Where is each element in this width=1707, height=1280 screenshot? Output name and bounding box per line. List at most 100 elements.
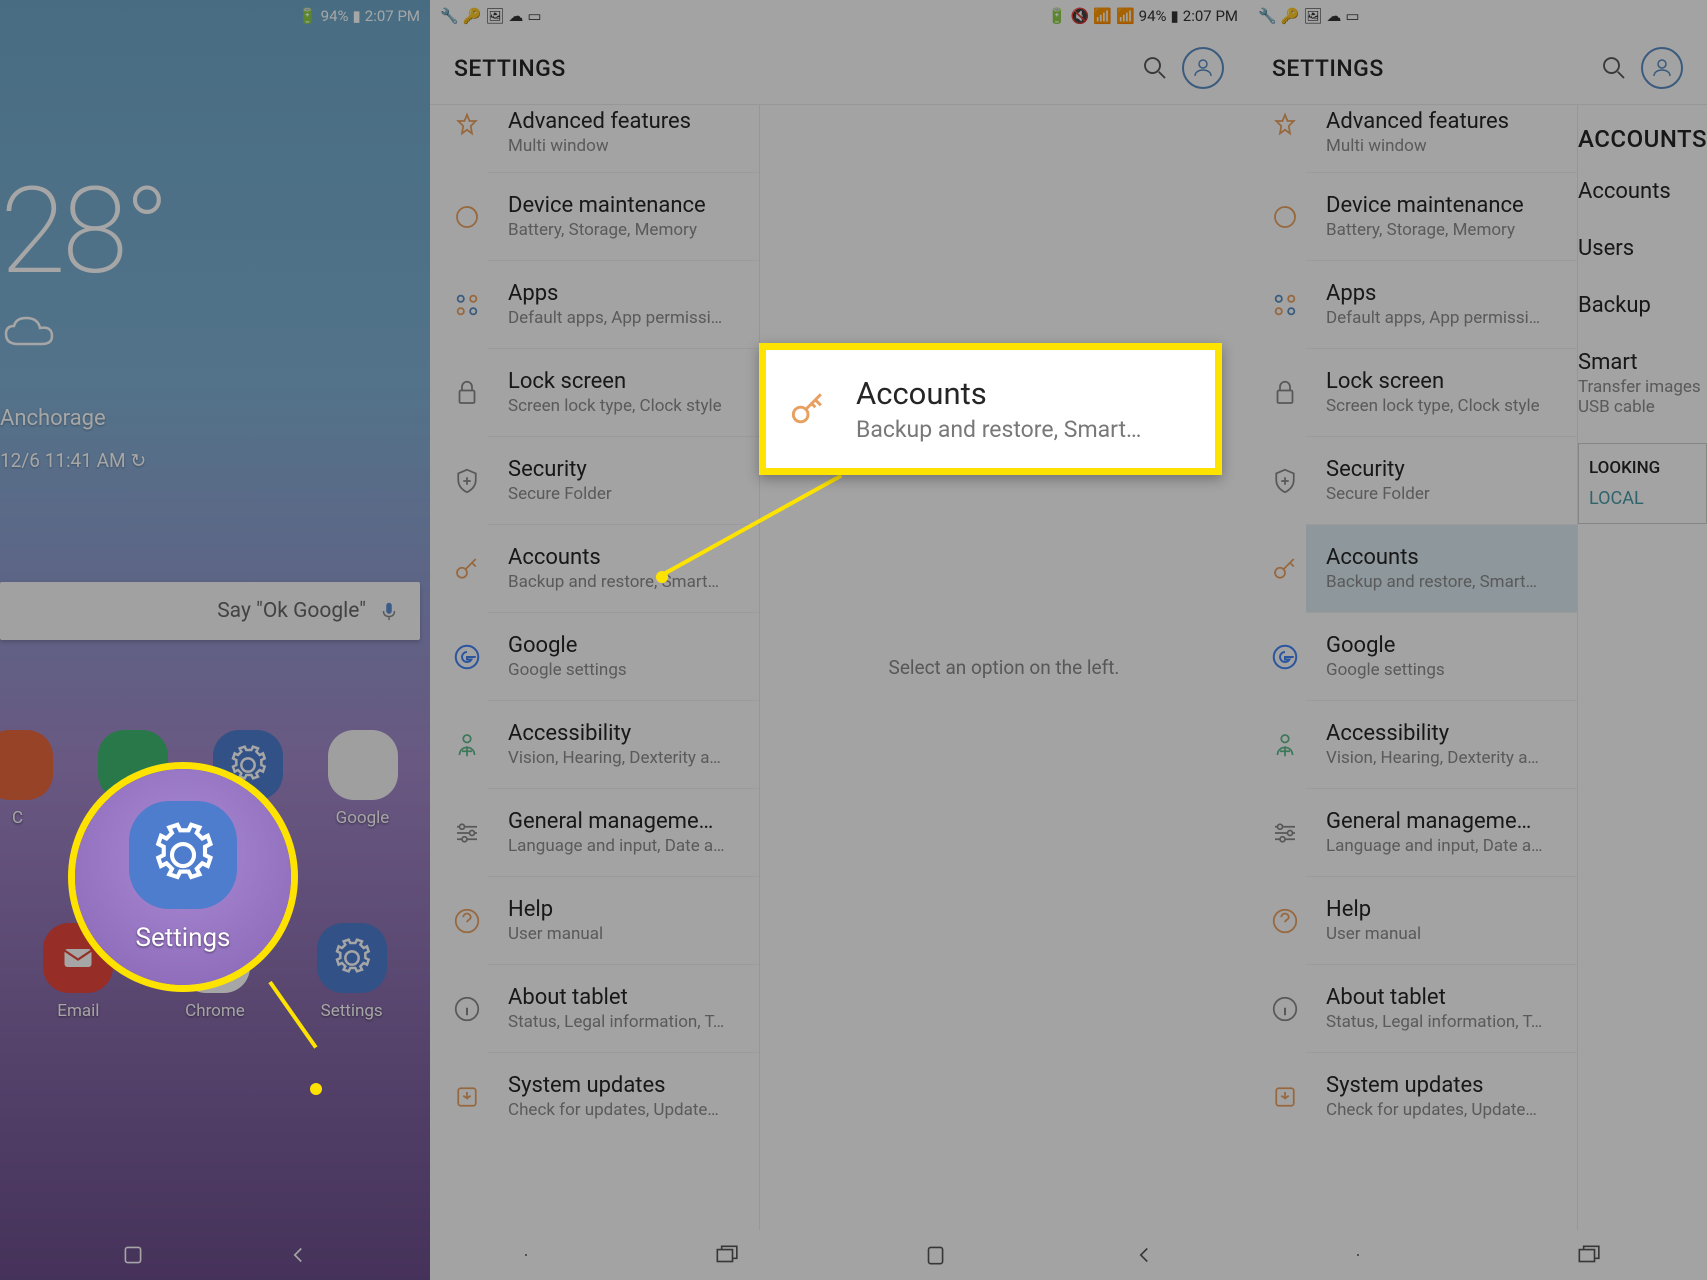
location-label: Anchorage xyxy=(0,406,430,431)
pen-icon[interactable] xyxy=(1354,1242,1362,1268)
profile-button[interactable] xyxy=(1182,47,1224,89)
item-title: About tablet xyxy=(508,985,749,1010)
item-sub: Check for updates, Update… xyxy=(1326,1100,1567,1120)
back-button[interactable] xyxy=(285,1242,311,1268)
app-chrome[interactable]: Chrome xyxy=(180,923,250,1021)
accounts-subitem[interactable]: SmartTransfer images USB cable xyxy=(1578,334,1707,433)
app-settings-dock[interactable]: Settings xyxy=(317,923,387,1021)
settings-item-key[interactable]: AccountsBackup and restore, Smart… xyxy=(488,524,759,612)
box-link[interactable]: LOCAL xyxy=(1589,488,1696,509)
settings-item-star[interactable]: Advanced featuresMulti window xyxy=(430,105,759,172)
item-sub: User manual xyxy=(508,924,749,944)
signal-icon: 📶 xyxy=(1116,7,1135,25)
settings-screen-1: 🔧 🔑 🖼 ☁ ▭ 🔋 🔇 📶 📶 94% ▮ 2:07 PM SETTINGS… xyxy=(430,0,1248,1280)
settings-item-sliders[interactable]: General manageme…Language and input, Dat… xyxy=(488,788,759,876)
home-indicator-icon[interactable]: ⌂ xyxy=(197,858,207,878)
wrench-icon: 🔧 xyxy=(440,7,459,25)
settings-item-info[interactable]: About tabletStatus, Legal information, T… xyxy=(488,964,759,1052)
google-search-bar[interactable]: Say "Ok Google" xyxy=(0,582,420,640)
settings-item-update[interactable]: System updatesCheck for updates, Update… xyxy=(1306,1052,1577,1140)
search-icon[interactable] xyxy=(1599,53,1629,83)
app-calendar[interactable]: Ca xyxy=(98,730,168,828)
app-partial-1[interactable]: C xyxy=(0,730,53,828)
recent-apps-button[interactable] xyxy=(1575,1242,1601,1268)
home-button[interactable] xyxy=(922,1242,948,1268)
settings-item-grid[interactable]: AppsDefault apps, App permissi… xyxy=(1306,260,1577,348)
item-sub: Screen lock type, Clock style xyxy=(508,396,749,416)
recent-apps-button[interactable] xyxy=(120,1242,146,1268)
search-icon[interactable] xyxy=(1140,53,1170,83)
dock: Email Chrome Settings xyxy=(0,923,430,1021)
settings-item-help[interactable]: HelpUser manual xyxy=(488,876,759,964)
item-title: Security xyxy=(508,457,749,482)
settings-item-google[interactable]: GoogleGoogle settings xyxy=(488,612,759,700)
settings-list[interactable]: Advanced featuresMulti windowDevice main… xyxy=(430,105,760,1230)
item-sub: Language and input, Date a… xyxy=(508,836,749,856)
nav-bar xyxy=(430,1230,1248,1280)
item-sub: Language and input, Date a… xyxy=(1326,836,1567,856)
item-sub: Default apps, App permissi… xyxy=(1326,308,1567,328)
circle-icon xyxy=(1268,200,1302,234)
settings-item-grid[interactable]: AppsDefault apps, App permissi… xyxy=(488,260,759,348)
info-icon xyxy=(1268,992,1302,1026)
item-sub: Default apps, App permissi… xyxy=(508,308,749,328)
update-icon xyxy=(450,1080,484,1114)
settings-item-person[interactable]: AccessibilityVision, Hearing, Dexterity … xyxy=(1306,700,1577,788)
settings-item-shield[interactable]: SecuritySecure Folder xyxy=(1306,436,1577,524)
dot-icon[interactable]: • xyxy=(227,858,232,878)
app-email[interactable]: Email xyxy=(43,923,113,1021)
item-sub: User manual xyxy=(1326,924,1567,944)
settings-item-shield[interactable]: SecuritySecure Folder xyxy=(488,436,759,524)
item-sub: Backup and restore, Smart… xyxy=(1326,572,1567,592)
settings-item-person[interactable]: AccessibilityVision, Hearing, Dexterity … xyxy=(488,700,759,788)
shield-icon xyxy=(1268,464,1302,498)
settings-header: SETTINGS xyxy=(1248,32,1707,104)
app-settings-small[interactable]: Settings xyxy=(213,730,283,828)
app-google-folder[interactable]: Google xyxy=(328,730,398,828)
person-icon xyxy=(1191,56,1215,80)
google-icon xyxy=(1268,640,1302,674)
profile-button[interactable] xyxy=(1641,47,1683,89)
item-sub: Vision, Hearing, Dexterity a… xyxy=(508,748,749,768)
item-sub: Secure Folder xyxy=(1326,484,1567,504)
settings-item-info[interactable]: About tabletStatus, Legal information, T… xyxy=(1306,964,1577,1052)
accounts-subitem[interactable]: Accounts xyxy=(1578,163,1707,220)
settings-item-circle[interactable]: Device maintenanceBattery, Storage, Memo… xyxy=(1306,172,1577,260)
settings-item-lock[interactable]: Lock screenScreen lock type, Clock style xyxy=(488,348,759,436)
status-bar: 🔧 🔑 🖼 ☁ ▭ xyxy=(1248,0,1707,32)
item-sub: Battery, Storage, Memory xyxy=(1326,220,1567,240)
lock-icon xyxy=(1268,376,1302,410)
card-icon: ▭ xyxy=(527,7,541,25)
settings-item-google[interactable]: GoogleGoogle settings xyxy=(1306,612,1577,700)
settings-list[interactable]: Advanced featuresMulti windowDevice main… xyxy=(1248,105,1578,1230)
refresh-icon[interactable]: ↻ xyxy=(130,449,146,472)
settings-item-sliders[interactable]: General manageme…Language and input, Dat… xyxy=(1306,788,1577,876)
battery-full-icon: ▮ xyxy=(353,7,361,25)
callout-title: Accounts xyxy=(856,375,1141,412)
settings-item-lock[interactable]: Lock screenScreen lock type, Clock style xyxy=(1306,348,1577,436)
back-button[interactable] xyxy=(1131,1242,1157,1268)
settings-item-star[interactable]: Advanced featuresMulti window xyxy=(1248,105,1577,172)
search-placeholder: Say "Ok Google" xyxy=(217,599,366,623)
settings-item-circle[interactable]: Device maintenanceBattery, Storage, Memo… xyxy=(488,172,759,260)
accounts-subitem[interactable]: Users xyxy=(1578,220,1707,277)
accounts-subitem[interactable]: Backup xyxy=(1578,277,1707,334)
card-icon: ▭ xyxy=(1345,7,1359,25)
mute-icon: 🔇 xyxy=(1071,7,1090,25)
item-title: Google xyxy=(1326,633,1567,658)
battery-icon: 🔋 xyxy=(1048,7,1067,25)
detail-pane: Select an option on the left. xyxy=(760,105,1248,1230)
wifi-icon: 📶 xyxy=(1093,7,1112,25)
pen-icon[interactable] xyxy=(522,1242,530,1268)
temperature: 28° xyxy=(0,32,430,292)
settings-item-update[interactable]: System updatesCheck for updates, Update… xyxy=(488,1052,759,1140)
settings-header: SETTINGS xyxy=(430,32,1248,104)
item-sub: Google settings xyxy=(1326,660,1567,680)
picture-icon: 🖼 xyxy=(1303,7,1322,25)
item-title: Accessibility xyxy=(508,721,749,746)
cloud-icon xyxy=(0,312,60,352)
settings-item-help[interactable]: HelpUser manual xyxy=(1306,876,1577,964)
recent-apps-button[interactable] xyxy=(713,1242,739,1268)
settings-item-key[interactable]: AccountsBackup and restore, Smart… xyxy=(1306,524,1577,612)
mic-icon[interactable] xyxy=(378,600,400,622)
